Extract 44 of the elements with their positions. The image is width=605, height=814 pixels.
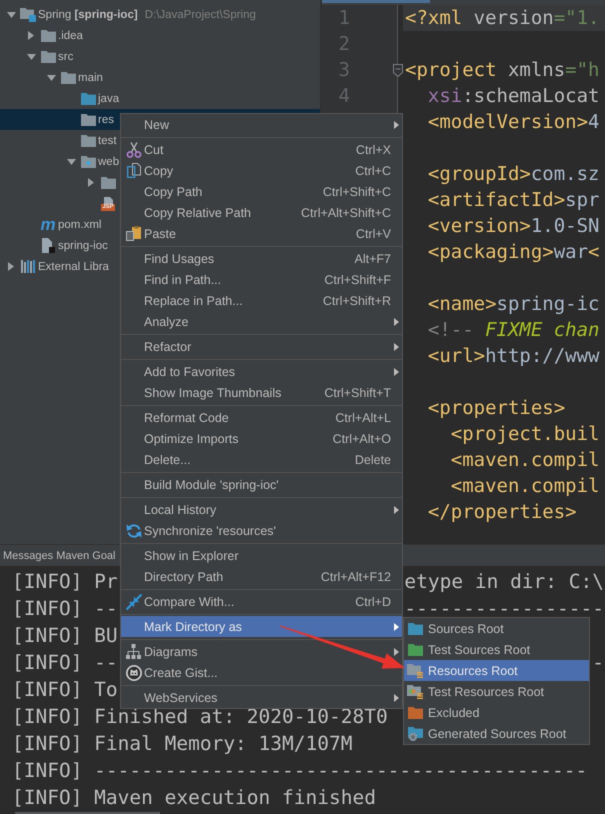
- shortcut-text: Ctrl+Alt+Shift+C: [301, 206, 391, 220]
- tool-window-title: Messages Maven Goal: [3, 550, 116, 562]
- shortcut-text: Ctrl+Shift+R: [322, 294, 391, 308]
- console-line: [INFO] ------------------------------------------: [12, 763, 588, 779]
- code-line: <packaging>war<: [426, 240, 600, 265]
- code-line: xsi:schemaLocat: [426, 84, 600, 109]
- console-line: [INFO] --: [12, 601, 118, 617]
- console-line: [INFO] Maven execution finished: [12, 790, 376, 806]
- console-line: [INFO] Pr: [12, 574, 118, 590]
- code-line: <properties>: [426, 396, 566, 421]
- console-line: [INFO] --: [12, 655, 118, 671]
- shortcut-text: Ctrl+Alt+L: [335, 410, 391, 424]
- shortcut-text: Ctrl+Shift+F: [324, 272, 391, 286]
- code-line: <artifactId>spr: [426, 188, 600, 213]
- console-line: [INFO] Finished at: 2020-10-28T0: [12, 709, 388, 725]
- code-line: </properties>: [426, 500, 578, 525]
- code-line: <groupId>com.sz: [426, 162, 600, 187]
- code-line: <maven.compil: [450, 474, 600, 499]
- console-line: [INFO] To: [12, 682, 118, 698]
- shortcut-text: Alt+F7: [354, 252, 391, 266]
- console-line-fragment: etype in dir: C:\: [404, 574, 604, 590]
- shortcut-text: Delete: [354, 452, 391, 466]
- code-line: <!-- FIXME chan: [426, 318, 600, 343]
- code-line: <maven.compil: [450, 448, 600, 473]
- shortcut-text: Ctrl+Alt+O: [332, 432, 391, 446]
- console-line: [INFO] Final Memory: 13M/107M: [12, 736, 352, 752]
- shortcut-text: Ctrl+D: [355, 594, 391, 608]
- shortcut-text: Ctrl+Shift+T: [324, 386, 391, 400]
- shortcut-text: Ctrl+V: [356, 226, 391, 240]
- shortcut-text: Ctrl+Shift+C: [322, 184, 391, 198]
- code-line: <url>http://www: [426, 344, 600, 369]
- file-type-label: m: [40, 218, 56, 232]
- code-line: <name>spring-ic: [426, 292, 600, 317]
- code-line: <project xmlns="h: [404, 58, 600, 83]
- code-line: <project.buil: [450, 422, 600, 447]
- shortcut-text: Ctrl+X: [356, 142, 391, 156]
- console-line-fragment: -: [592, 655, 604, 671]
- path-text: D:\JavaProject\Spring: [144, 8, 256, 20]
- console-line: [INFO] BU: [12, 628, 118, 644]
- code-line: <modelVersion>4: [426, 110, 600, 135]
- console-line-fragment: -----------------: [404, 601, 604, 617]
- shortcut-text: Ctrl+C: [355, 164, 391, 178]
- code-line: <version>1.0-SN: [426, 214, 600, 239]
- shortcut-text: Ctrl+Alt+F12: [320, 570, 391, 584]
